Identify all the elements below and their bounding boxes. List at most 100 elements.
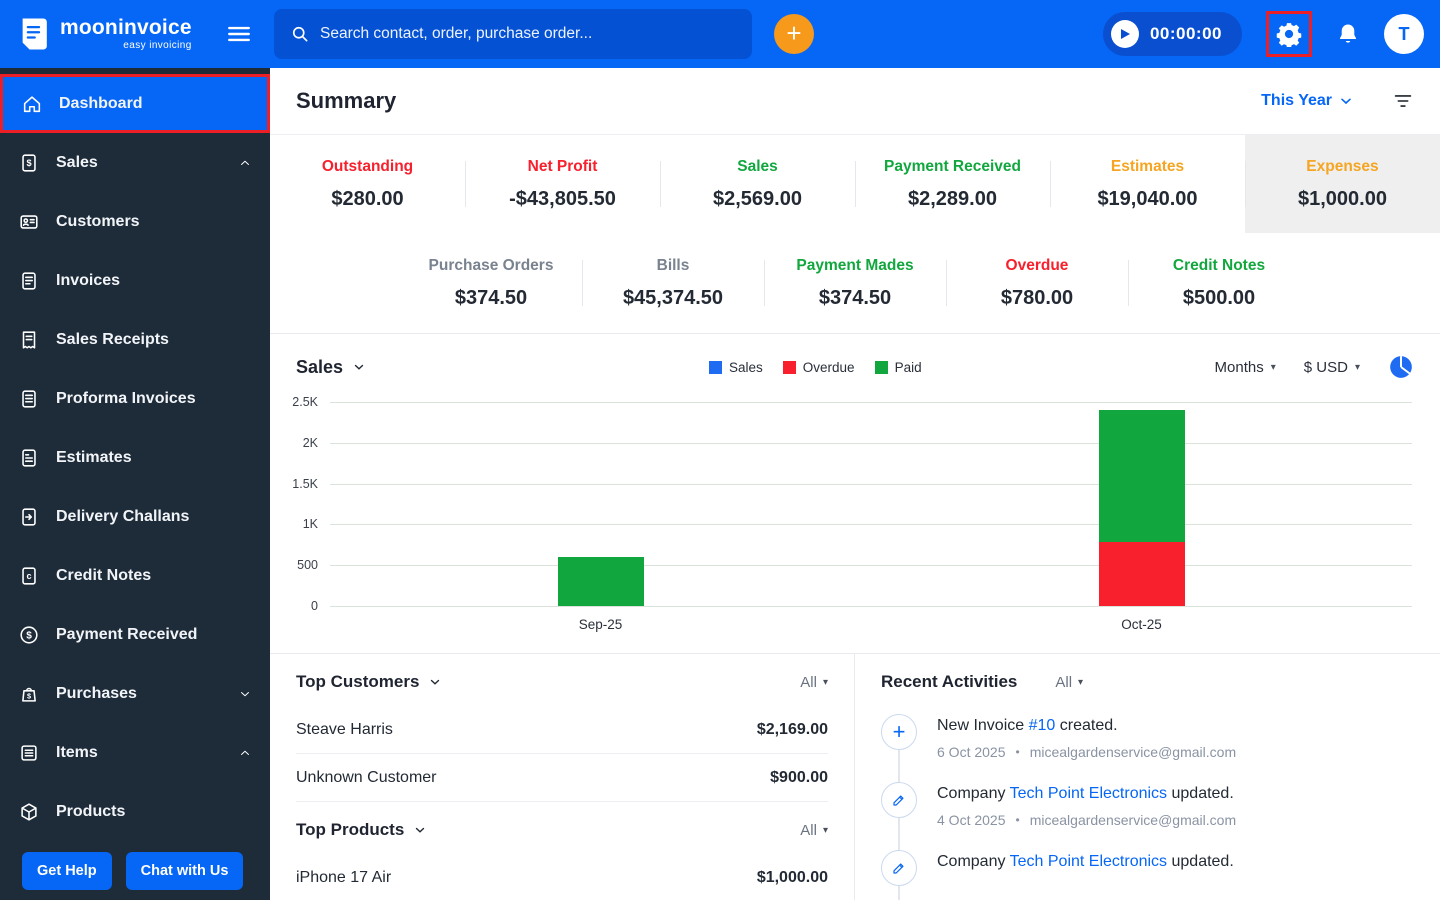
sidebar-item-sales-receipts[interactable]: Sales Receipts xyxy=(0,310,270,369)
quick-add-button[interactable]: + xyxy=(774,14,814,54)
sidebar-item-credit-notes[interactable]: c Credit Notes xyxy=(0,546,270,605)
recent-activities-filter[interactable]: All ▾ xyxy=(1055,674,1083,691)
sidebar-item-label: Sales Receipts xyxy=(56,330,169,348)
summary-card-outstanding[interactable]: Outstanding $280.00 xyxy=(270,135,465,233)
dropdown-arrow-icon: ▾ xyxy=(1270,361,1276,373)
purchases-icon: $ xyxy=(18,683,40,705)
search-input[interactable] xyxy=(320,25,736,43)
period-label: This Year xyxy=(1261,92,1332,109)
x-axis-tick-label: Sep-25 xyxy=(578,617,623,632)
summary-card-payment-received[interactable]: Payment Received $2,289.00 xyxy=(855,135,1050,233)
sidebar-item-label: Products xyxy=(56,802,126,820)
chart-legend: Sales Overdue Paid xyxy=(366,360,1215,375)
gear-icon xyxy=(1276,23,1302,47)
brand-tagline: easy invoicing xyxy=(123,40,192,51)
recent-activities-title: Recent Activities xyxy=(881,672,1018,691)
settings-button[interactable] xyxy=(1266,11,1312,57)
sidebar-item-proforma-invoices[interactable]: Proforma Invoices xyxy=(0,369,270,428)
chat-with-us-button[interactable]: Chat with Us xyxy=(125,852,244,890)
delivery-icon xyxy=(18,506,40,528)
x-axis-tick-label: Oct-25 xyxy=(1121,617,1162,632)
get-help-button[interactable]: Get Help xyxy=(22,852,112,890)
sidebar-item-purchases[interactable]: $ Purchases xyxy=(0,664,270,723)
bar-segment-paid xyxy=(1098,410,1185,543)
x-axis-labels: Sep-25 Oct-25 xyxy=(330,617,1412,637)
activity-text-suffix: updated. xyxy=(1167,785,1234,802)
sidebar-item-estimates[interactable]: Estimates xyxy=(0,428,270,487)
sales-chart-card: Sales Sales Overdue Paid Months ▾ $ USD ▾ xyxy=(270,334,1440,653)
customers-icon xyxy=(18,211,40,233)
notifications-bell-icon[interactable] xyxy=(1336,22,1360,46)
top-customer-row[interactable]: Steave Harris $2,169.00 xyxy=(296,706,828,754)
sidebar-item-label: Sales xyxy=(56,153,98,171)
items-icon xyxy=(18,742,40,764)
sidebar-item-customers[interactable]: Customers xyxy=(0,192,270,251)
brand[interactable]: mooninvoice easy invoicing xyxy=(14,15,192,53)
legend-item-overdue[interactable]: Overdue xyxy=(782,359,855,375)
activity-meta: 6 Oct 2025 • micealgardenservice@gmail.com xyxy=(937,744,1236,760)
time-tracker[interactable]: 00:00:00 xyxy=(1102,12,1242,56)
top-products-filter[interactable]: All ▾ xyxy=(800,822,828,839)
chevron-down-icon xyxy=(431,679,440,685)
sidebar-item-label: Dashboard xyxy=(59,94,143,112)
legend-label: Overdue xyxy=(802,359,855,375)
sidebar-item-items[interactable]: Items xyxy=(0,723,270,782)
activity-text-prefix: Company xyxy=(937,853,1010,870)
summary-card-overdue[interactable]: Overdue $780.00 xyxy=(946,233,1128,333)
top-customer-row[interactable]: Unknown Customer $900.00 xyxy=(296,754,828,802)
summary-card-label: Outstanding xyxy=(321,157,414,175)
activity-date: 4 Oct 2025 xyxy=(937,812,1006,828)
sidebar-item-products[interactable]: Products xyxy=(0,782,270,841)
currency-dropdown[interactable]: $ USD ▾ xyxy=(1304,359,1360,376)
summary-card-sales[interactable]: Sales $2,569.00 xyxy=(660,135,855,233)
top-products-title-dropdown[interactable]: Top Products xyxy=(296,820,427,840)
chart-title-dropdown[interactable]: Sales xyxy=(296,357,366,378)
summary-card-value: $500.00 xyxy=(1182,286,1256,309)
top-customers-title-dropdown[interactable]: Top Customers xyxy=(296,672,442,692)
summary-card-purchase-orders[interactable]: Purchase Orders $374.50 xyxy=(400,233,582,333)
legend-item-sales[interactable]: Sales xyxy=(709,360,763,375)
summary-card-value: $780.00 xyxy=(1000,286,1074,309)
activity-title: Company Tech Point Electronics updated. xyxy=(937,782,1236,803)
top-product-row[interactable]: iPhone 17 Air $1,000.00 xyxy=(296,854,828,900)
home-icon xyxy=(21,93,43,115)
legend-item-paid[interactable]: Paid xyxy=(874,360,922,375)
filter-icon[interactable] xyxy=(1392,90,1414,112)
summary-card-net-profit[interactable]: Net Profit -$43,805.50 xyxy=(465,135,660,233)
sidebar-item-delivery-challans[interactable]: Delivery Challans xyxy=(0,487,270,546)
chart-gridline xyxy=(330,524,1412,526)
summary-card-expenses[interactable]: Expenses $1,000.00 xyxy=(1245,135,1440,233)
summary-card-credit-notes[interactable]: Credit Notes $500.00 xyxy=(1128,233,1310,333)
user-avatar[interactable]: T xyxy=(1384,14,1424,54)
sidebar-item-label: Proforma Invoices xyxy=(56,389,196,407)
top-customer-name: Unknown Customer xyxy=(296,768,437,786)
months-dropdown[interactable]: Months ▾ xyxy=(1215,359,1276,376)
summary-card-estimates[interactable]: Estimates $19,040.00 xyxy=(1050,135,1245,233)
sidebar-item-payment-received[interactable]: $ Payment Received xyxy=(0,605,270,664)
activity-email: micealgardenservice@gmail.com xyxy=(1029,744,1237,760)
sidebar-item-dashboard[interactable]: Dashboard xyxy=(0,74,270,133)
summary-card-payment-mades[interactable]: Payment Mades $374.50 xyxy=(764,233,946,333)
hamburger-menu-icon[interactable] xyxy=(226,21,252,47)
sidebar-item-sales[interactable]: $ Sales xyxy=(0,133,270,192)
activity-title: Company Tech Point Electronics updated. xyxy=(937,850,1234,871)
sidebar-item-invoices[interactable]: Invoices xyxy=(0,251,270,310)
pencil-icon xyxy=(881,850,917,886)
activity-link[interactable]: Tech Point Electronics xyxy=(1010,853,1167,870)
top-customers-filter[interactable]: All ▾ xyxy=(800,674,828,691)
summary-card-label: Payment Mades xyxy=(796,256,914,274)
pie-chart-toggle-icon[interactable] xyxy=(1388,354,1414,380)
sidebar-item-label: Delivery Challans xyxy=(56,507,190,525)
plus-icon: + xyxy=(881,714,917,750)
period-selector[interactable]: This Year xyxy=(1261,92,1354,110)
sidebar-item-label: Purchases xyxy=(56,684,137,702)
top-customer-name: Steave Harris xyxy=(296,720,393,738)
activity-link[interactable]: Tech Point Electronics xyxy=(1010,785,1167,802)
brand-name: mooninvoice xyxy=(60,16,192,39)
activity-link[interactable]: #10 xyxy=(1029,717,1056,734)
top-products-header: Top Products All ▾ xyxy=(296,802,828,854)
legend-swatch xyxy=(709,360,722,374)
play-icon[interactable] xyxy=(1110,20,1139,48)
receipt-icon xyxy=(18,329,40,351)
summary-card-bills[interactable]: Bills $45,374.50 xyxy=(582,233,764,333)
